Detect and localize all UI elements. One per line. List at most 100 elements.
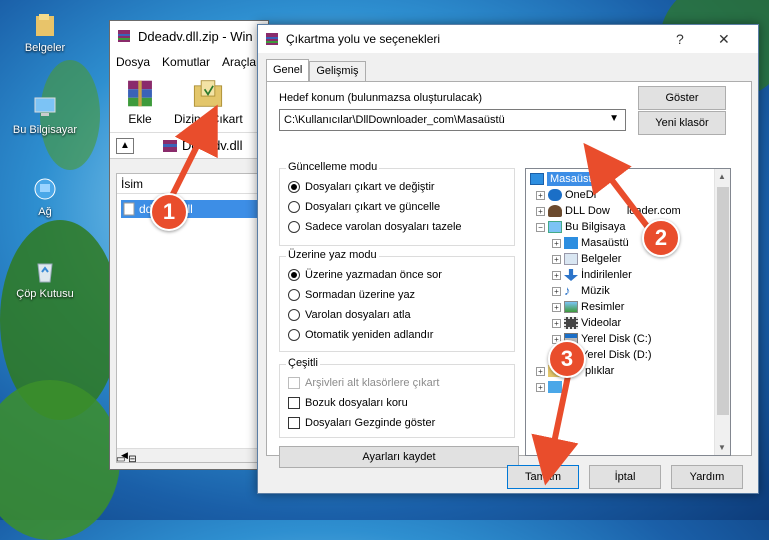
tree-vertical-scrollbar[interactable]: ▲ ▼ <box>714 169 730 455</box>
radio-button[interactable] <box>288 269 300 281</box>
overwrite-mode-option[interactable]: Otomatik yeniden adlandır <box>288 329 433 341</box>
radio-button[interactable] <box>288 201 300 213</box>
chevron-down-icon[interactable]: ▼ <box>609 113 619 124</box>
update-mode-option[interactable]: Dosyaları çıkart ve güncelle <box>288 201 440 213</box>
ok-button[interactable]: Tamam <box>507 465 579 489</box>
expand-icon[interactable]: + <box>552 270 561 280</box>
tree-node-label: Masaüstü <box>581 237 629 249</box>
tree-node-label: OneDr <box>565 189 598 201</box>
column-header-name[interactable]: İsim <box>117 174 275 194</box>
radio-button[interactable] <box>288 289 300 301</box>
new-folder-button[interactable]: Yeni klasör <box>638 111 726 135</box>
update-mode-group: Güncelleme modu Dosyaları çıkart ve deği… <box>279 161 515 246</box>
overwrite-mode-option[interactable]: Varolan dosyaları atla <box>288 309 411 321</box>
archive-stack-icon <box>128 80 152 107</box>
add-button[interactable]: Ekle <box>120 79 160 126</box>
dialog-titlebar[interactable]: Çıkartma yolu ve seçenekleri ? ✕ <box>258 25 758 53</box>
tree-node-network[interactable]: + <box>536 379 562 395</box>
tree-node-label: Yerel Disk (D:) <box>581 349 652 361</box>
collapse-icon[interactable]: − <box>536 222 545 232</box>
extract-to-label: Dizine Çıkart <box>174 112 243 126</box>
close-icon[interactable]: ✕ <box>718 31 730 48</box>
tree-node-downloads[interactable]: + İndirilenler <box>552 267 632 283</box>
horizontal-scrollbar[interactable]: ◀ <box>117 448 275 462</box>
tree-node-onedrive[interactable]: + OneDr <box>536 187 597 203</box>
save-settings-button[interactable]: Ayarları kaydet <box>279 446 519 468</box>
tree-node-label: İndirilenler <box>581 269 632 281</box>
file-list[interactable]: İsim ddeadv.dll ◀ <box>116 173 276 463</box>
desktop-icon-label: Ağ <box>38 206 52 218</box>
cancel-button[interactable]: İptal <box>589 465 661 489</box>
option-label: Sormadan üzerine yaz <box>305 289 416 301</box>
address-bar[interactable]: ▲ Ddeadv.dll <box>110 133 268 159</box>
tree-node-videos[interactable]: + Videolar <box>552 315 621 331</box>
help-button[interactable]: Yardım <box>671 465 743 489</box>
desktop-icon-this-pc[interactable]: Bu Bilgisayar <box>9 94 81 136</box>
download-arrow-icon <box>564 269 578 281</box>
scroll-down-icon[interactable]: ▼ <box>718 443 726 452</box>
tree-node-pc-desktop[interactable]: + Masaüstü <box>552 235 629 251</box>
expand-icon[interactable]: + <box>536 366 545 376</box>
misc-option[interactable]: Bozuk dosyaları koru <box>288 397 408 409</box>
up-folder-icon[interactable]: ▲ <box>116 137 134 154</box>
update-mode-option[interactable]: Dosyaları çıkart ve değiştir <box>288 181 435 193</box>
desktop-icon-network[interactable]: Ağ <box>9 176 81 218</box>
extract-to-button[interactable]: Dizine Çıkart <box>174 79 243 126</box>
expand-icon[interactable]: + <box>552 238 561 248</box>
expand-icon[interactable]: + <box>552 302 561 312</box>
tree-node-pictures[interactable]: + Resimler <box>552 299 624 315</box>
destination-label: Hedef konum (bulunmazsa oluşturulacak) <box>279 92 482 104</box>
desktop-icon-documents[interactable]: Belgeler <box>9 12 81 54</box>
expand-icon[interactable]: + <box>536 206 545 216</box>
tree-node-documents[interactable]: + Belgeler <box>552 251 621 267</box>
tree-node-music[interactable]: + ♪ Müzik <box>552 283 610 299</box>
option-label: Bozuk dosyaları koru <box>305 397 408 409</box>
desktop-icon <box>564 237 578 249</box>
window-titlebar[interactable]: Ddeadv.dll.zip - Win <box>110 21 268 51</box>
menu-file[interactable]: Dosya <box>116 55 150 69</box>
misc-option[interactable]: Dosyaları Gezginde göster <box>288 417 435 429</box>
misc-group: Çeşitli Arşivleri alt klasörlere çıkart … <box>279 357 515 438</box>
option-label: Dosyaları çıkart ve güncelle <box>305 201 441 213</box>
documents-icon <box>564 253 578 265</box>
expand-icon[interactable]: + <box>536 382 545 392</box>
checkbox[interactable] <box>288 417 300 429</box>
expand-icon[interactable]: + <box>552 318 561 328</box>
film-icon <box>564 317 578 329</box>
tree-node-this-pc[interactable]: − Bu Bilgisaya <box>536 219 626 235</box>
menu-tools[interactable]: Araçla <box>222 55 256 69</box>
radio-button[interactable] <box>288 329 300 341</box>
scroll-up-icon[interactable]: ▲ <box>718 172 726 181</box>
dll-file-icon <box>123 202 135 216</box>
tree-node-desktop-root[interactable]: Masaüstü <box>530 171 601 187</box>
menu-commands[interactable]: Komutlar <box>162 55 210 69</box>
desktop-icon-recycle-bin[interactable]: Çöp Kutusu <box>9 258 81 300</box>
expand-icon[interactable]: + <box>552 286 561 296</box>
menu-bar: Dosya Komutlar Araçla <box>110 51 268 73</box>
tree-node-user[interactable]: + DLL Dow loader.com <box>536 203 681 219</box>
tab-panel-general: Hedef konum (bulunmazsa oluşturulacak) C… <box>266 81 752 468</box>
folder-tree[interactable]: Masaüstü + OneDr + DLL Dow loader.com − B… <box>525 168 731 456</box>
file-row[interactable]: ddeadv.dll <box>121 200 275 218</box>
destination-path-combo[interactable]: C:\Kullanıcılar\DllDownloader_com\Masaüs… <box>279 109 626 131</box>
radio-button[interactable] <box>288 181 300 193</box>
checkbox[interactable] <box>288 397 300 409</box>
option-label: Varolan dosyaları atla <box>305 309 411 321</box>
overwrite-mode-option[interactable]: Sormadan üzerine yaz <box>288 289 415 301</box>
show-button[interactable]: Göster <box>638 86 726 110</box>
tree-node-label: Videolar <box>581 317 622 329</box>
tab-general[interactable]: Genel <box>266 59 310 81</box>
expand-icon[interactable]: + <box>552 254 561 264</box>
dialog-title: Çıkartma yolu ve seçenekleri <box>286 32 441 46</box>
scroll-thumb[interactable] <box>717 187 729 415</box>
help-icon[interactable]: ? <box>676 31 684 47</box>
overwrite-mode-option[interactable]: Üzerine yazmadan önce sor <box>288 269 442 281</box>
radio-button[interactable] <box>288 221 300 233</box>
expand-icon[interactable]: + <box>536 190 545 200</box>
computer-icon <box>34 97 56 116</box>
tree-node-label: Yerel Disk (C:) <box>581 333 652 345</box>
tree-node-label-tail: loader.com <box>626 205 681 217</box>
radio-button[interactable] <box>288 309 300 321</box>
tab-advanced[interactable]: Gelişmiş <box>309 61 366 81</box>
update-mode-option[interactable]: Sadece varolan dosyaları tazele <box>288 221 462 233</box>
